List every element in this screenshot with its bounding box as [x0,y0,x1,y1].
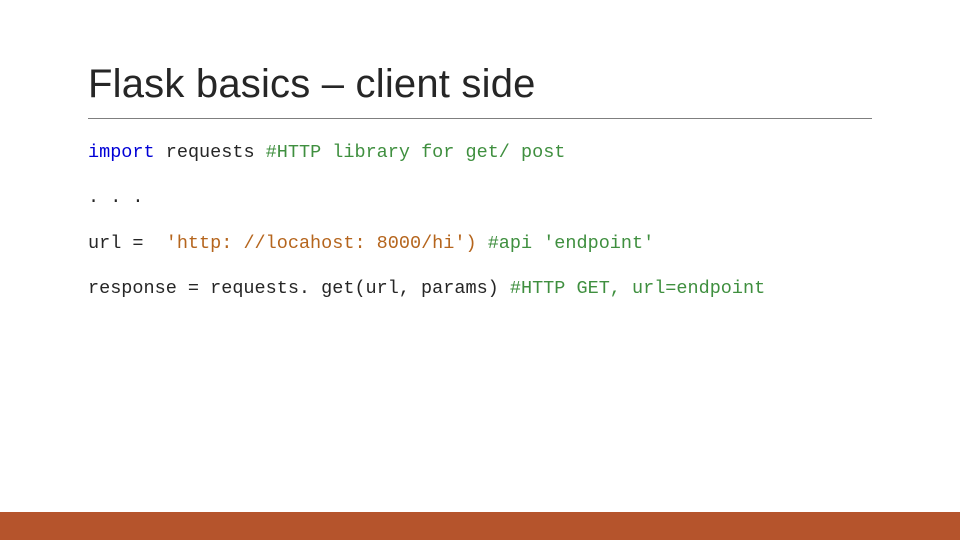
footer-bar [0,512,960,540]
comment-3: #api 'endpoint' [488,233,655,254]
url-assign: url = [88,233,155,254]
code-line-ellipsis: . . . [88,187,765,208]
slide: Flask basics – client side import reques… [0,0,960,540]
space [155,142,166,163]
comment-4: #HTTP GET, url=endpoint [510,278,765,299]
code-line-4: response = requests. get(url, params) #H… [88,278,765,299]
keyword-import: import [88,142,155,163]
response-assign: response = requests. get(url, params) [88,278,510,299]
code-line-1: import requests #HTTP library for get/ p… [88,142,765,163]
code-block: import requests #HTTP library for get/ p… [88,142,765,323]
identifier-requests: requests [166,142,266,163]
comment-1: #HTTP library for get/ post [266,142,566,163]
title-underline [88,118,872,119]
string-url-part1: 'http: //locahost: 8000/ [155,233,433,254]
code-line-3: url = 'http: //locahost: 8000/hi') #api … [88,233,765,254]
slide-title: Flask basics – client side [88,62,536,107]
string-url-part2: hi') [432,233,488,254]
